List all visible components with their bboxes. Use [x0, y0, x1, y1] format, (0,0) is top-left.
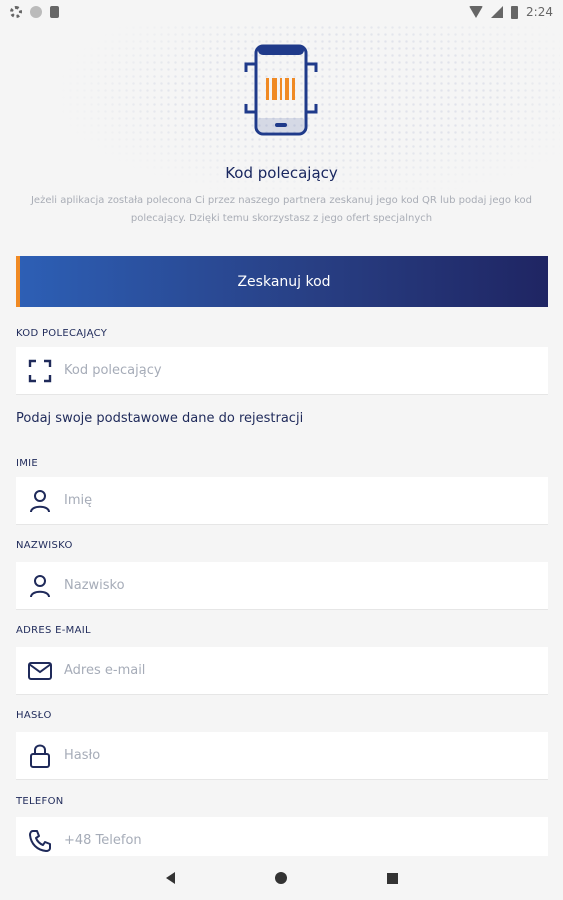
page-title: Kod polecający [225, 164, 338, 182]
last-name-label: NAZWISKO [16, 540, 73, 551]
phone-input[interactable] [64, 820, 524, 861]
cell-signal-icon [491, 6, 504, 18]
notification-dot-icon [30, 6, 42, 18]
lock-icon [16, 732, 64, 780]
envelope-icon [16, 647, 64, 695]
recent-apps-icon[interactable] [386, 872, 398, 884]
email-field[interactable] [16, 647, 548, 695]
email-label: ADRES E-MAIL [16, 625, 91, 636]
person-icon [16, 477, 64, 525]
password-input[interactable] [64, 735, 524, 776]
system-nav-bar [0, 856, 563, 900]
referral-code-label: KOD POLECAJĄCY [16, 328, 108, 339]
registration-heading: Podaj swoje podstawowe dane do rejestrac… [16, 411, 304, 426]
header: Kod polecający Jeżeli aplikacja została … [0, 24, 563, 252]
scan-frame-icon[interactable] [16, 347, 64, 395]
first-name-input[interactable] [64, 480, 524, 521]
wifi-icon [469, 6, 484, 18]
email-input[interactable] [64, 650, 524, 691]
password-label: HASŁO [16, 710, 52, 721]
person-icon [16, 562, 64, 610]
battery-icon [511, 5, 519, 19]
status-time: 2:24 [526, 5, 553, 19]
last-name-field[interactable] [16, 562, 548, 610]
scan-code-button[interactable]: Zeskanuj kod [16, 256, 548, 307]
page-description: Jeżeli aplikacja została polecona Ci prz… [30, 195, 533, 224]
settings-icon [10, 6, 22, 18]
sim-card-icon [50, 6, 59, 18]
status-left [10, 6, 59, 18]
back-icon[interactable] [165, 872, 175, 884]
referral-code-field[interactable] [16, 347, 548, 395]
phone-scan-icon [244, 44, 318, 136]
first-name-label: IMIE [16, 458, 39, 469]
status-bar: 2:24 [0, 0, 563, 24]
status-right: 2:24 [469, 5, 553, 19]
last-name-input[interactable] [64, 565, 524, 606]
referral-code-input[interactable] [64, 350, 524, 391]
first-name-field[interactable] [16, 477, 548, 525]
password-field[interactable] [16, 732, 548, 780]
home-icon[interactable] [274, 872, 287, 884]
phone-label: TELEFON [16, 796, 64, 807]
